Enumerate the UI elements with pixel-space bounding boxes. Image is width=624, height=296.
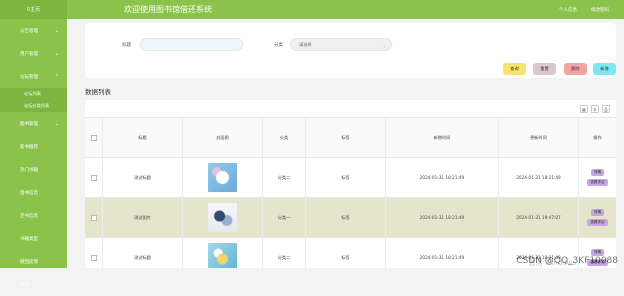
cell-tag: 标签 [305,238,385,268]
sidebar-item-label: 公告管理 [20,28,38,34]
chevron-up-icon: ⌃ [55,74,59,80]
chevron-down-icon: ⌄ [55,51,59,57]
row-select-cell [85,158,102,197]
cell-created: 2024-01-31 18:21:49 [385,238,498,268]
sidebar-item-return-info[interactable]: 还书信息 [0,204,67,227]
reset-button[interactable]: 重置 [533,63,556,75]
cell-title: 测试图片 [102,198,182,237]
title-label: 标题 [122,42,131,48]
cell-created: 2024-01-31 18:21:49 [385,198,498,237]
cell-title: 测试标题 [102,158,182,197]
cell-cover [182,238,262,268]
sidebar-menu: 公告管理 ⌄ 用户管理 ⌄ 论坛管理 ⌃ 论坛列表 论坛分类列表 图书管理 ⌄ … [0,19,67,296]
category-select[interactable]: 请选择 ⌄ [290,38,392,51]
sidebar-item-label: 用户管理 [20,51,38,57]
sidebar-item-forum[interactable]: 论坛管理 ⌃ [0,65,67,88]
chevron-down-icon: ⌄ [55,121,59,127]
cell-title: 测试标题 [102,238,182,268]
select-all-cell [85,118,102,157]
sidebar-item-forum-list[interactable]: 论坛列表 [0,88,67,100]
delete-button[interactable]: 删除 [564,63,587,75]
cell-cover [182,158,262,197]
header-updated[interactable]: 更新时间 [498,118,578,157]
search-panel: 标题 分类 请选择 ⌄ 查询 重置 删除 新增 [85,23,616,78]
sidebar-item-book-types[interactable]: 书籍类型 [0,227,67,250]
cover-image[interactable] [208,203,237,232]
sidebar-item-label: 图书管理 [20,121,38,127]
sidebar-brand[interactable]: 0主页 [0,0,67,19]
download-icon[interactable]: ⬇ [591,105,599,113]
csdn-watermark: CSDN @QQ_3KF10088 [516,256,618,266]
category-select-value: 请选择 [299,42,312,48]
topbar: 欢迎使用图书馆借还系统 个人信息 修改密码 [67,0,624,19]
columns-icon[interactable]: ▦ [580,105,588,113]
row-checkbox[interactable] [91,175,97,181]
header-cover[interactable]: 封面图 [182,118,262,157]
sidebar-item-feedback[interactable]: 撤回反馈 [0,250,67,273]
row-checkbox[interactable] [91,215,97,221]
sidebar-item-books[interactable]: 图书管理 ⌄ [0,112,67,135]
cover-image[interactable] [208,243,237,268]
cell-tag: 标签 [305,158,385,197]
row-select-cell [85,238,102,268]
cell-actions: 详情 查看评论 [578,158,616,197]
header-category[interactable]: 分类 [262,118,305,157]
add-button[interactable]: 新增 [593,63,616,75]
row-checkbox[interactable] [91,255,97,261]
cell-updated: 2024-01-31 18:21:49 [498,158,578,197]
header-actions: 操作 [578,118,616,157]
sidebar-item-forum-category-list[interactable]: 论坛分类列表 [0,100,67,112]
cell-updated: 2024-01-31 19:47:07 [498,198,578,237]
cell-created: 2024-01-31 18:21:49 [385,158,498,197]
print-icon[interactable]: ⎙ [602,105,610,113]
view-comments-button[interactable]: 查看评论 [587,219,607,226]
title-search-input[interactable] [140,38,243,51]
header-title[interactable]: 标题 [102,118,182,157]
section-title: 数据列表 [85,86,111,96]
sidebar-item-new-books[interactable]: 新书推荐 [0,135,67,158]
table-row[interactable]: 测试标题 分类二 标签 2024-01-31 18:21:49 2024-01-… [85,158,616,198]
change-password-link[interactable]: 修改密码 [591,7,609,13]
header-created[interactable]: 新增时间 [385,118,498,157]
forum-submenu: 论坛列表 论坛分类列表 [0,88,67,112]
cover-image[interactable] [208,163,237,192]
row-select-cell [85,198,102,237]
details-button[interactable]: 详情 [591,169,604,176]
data-table: ▦ ⬇ ⎙ 标题 封面图 分类 标签 新增时间 更新时间 操作 测试标题 分类二… [85,100,616,268]
sidebar-item-label: 论坛管理 [20,74,38,80]
category-label: 分类 [274,42,283,48]
page-title: 欢迎使用图书馆借还系统 [124,4,212,15]
cell-category: 分类二 [262,158,305,197]
chevron-down-icon: ⌄ [383,43,386,48]
chevron-down-icon: ⌄ [55,28,59,34]
details-button[interactable]: 详情 [591,249,604,256]
sidebar-item-users[interactable]: 用户管理 ⌄ [0,42,67,65]
cell-cover [182,198,262,237]
sidebar-item-announcements[interactable]: 公告管理 ⌄ [0,19,67,42]
sidebar-item-borrow-info[interactable]: 借书信息 [0,181,67,204]
table-header: 标题 封面图 分类 标签 新增时间 更新时间 操作 [85,117,616,158]
cell-tag: 标签 [305,198,385,237]
profile-link[interactable]: 个人信息 [559,7,577,13]
table-row[interactable]: 测试图片 分类一 标签 2024-01-31 18:21:49 2024-01-… [85,198,616,238]
details-button[interactable]: 详情 [591,209,604,216]
query-button[interactable]: 查询 [503,63,526,75]
view-comments-button[interactable]: 查看评论 [587,179,607,186]
cell-category: 分类二 [262,238,305,268]
cell-actions: 详情 查看评论 [578,198,616,237]
select-all-checkbox[interactable] [91,135,97,141]
sidebar-item-hot-books[interactable]: 热门书籍 [0,158,67,181]
header-tag[interactable]: 标签 [305,118,385,157]
table-toolbar: ▦ ⬇ ⎙ [580,105,610,113]
cell-category: 分类一 [262,198,305,237]
sidebar: 0主页 公告管理 ⌄ 用户管理 ⌄ 论坛管理 ⌃ 论坛列表 论坛分类列表 图书管… [0,0,67,268]
sidebar-item-logout[interactable]: 退出 [0,273,67,296]
